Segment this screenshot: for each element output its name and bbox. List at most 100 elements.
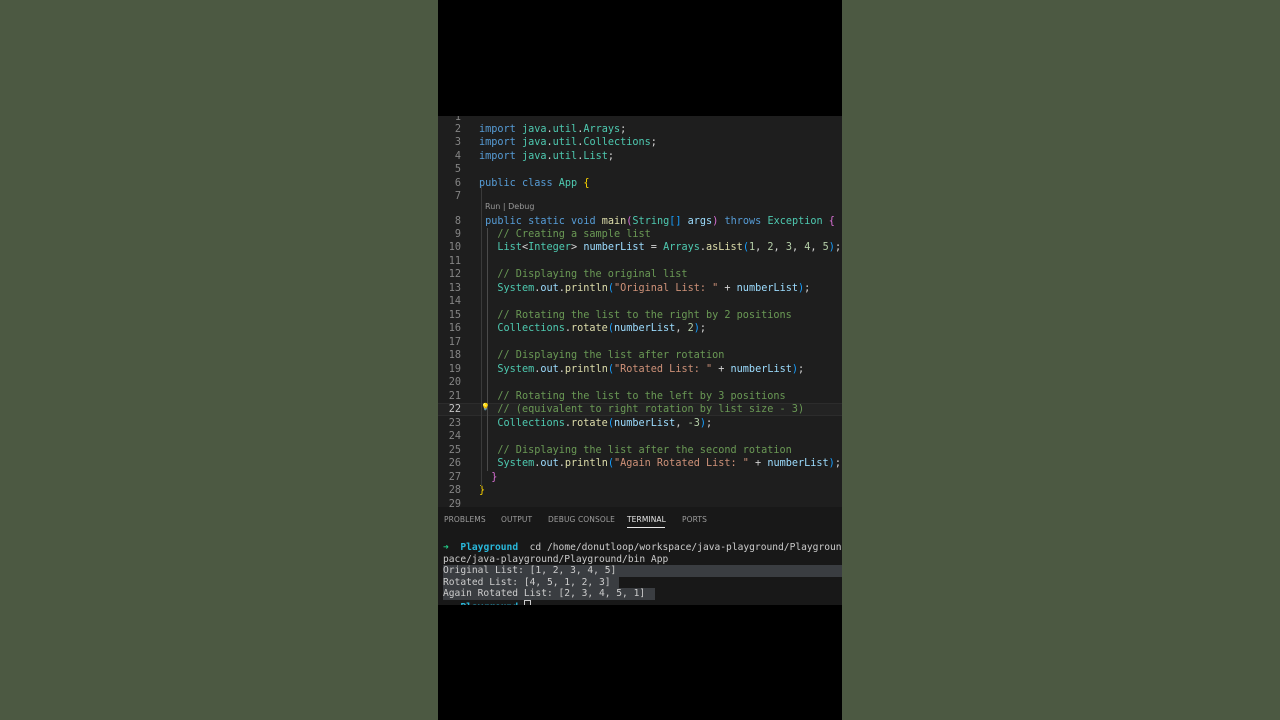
terminal-command: cd /home/donutloop/workspace/java-playgr…: [518, 542, 842, 553]
prompt-arrow-icon: ➜: [443, 542, 449, 553]
tab-output[interactable]: OUTPUT: [501, 515, 532, 524]
code-line[interactable]: 19 System.out.println("Rotated List: " +…: [438, 363, 842, 376]
line-code: Collections.rotate(numberList, -3);: [497, 418, 713, 429]
line-code: List<Integer> numberList = Arrays.asList…: [497, 242, 842, 253]
tab-problems[interactable]: PROBLEMS: [444, 515, 486, 524]
line-number: 21: [448, 391, 461, 402]
line-code: // Rotating the list to the left by 3 po…: [497, 391, 786, 402]
line-code: System.out.println("Rotated List: " + nu…: [497, 364, 805, 375]
code-line[interactable]: 5: [438, 163, 842, 176]
line-number: 8: [454, 216, 461, 227]
code-line[interactable]: 8 public static void main(String[] args)…: [438, 215, 842, 228]
line-number: 26: [448, 458, 461, 469]
code-line[interactable]: 2 import java.util.Arrays;: [438, 123, 842, 136]
terminal-prompt[interactable]: ➜ Playground: [443, 599, 531, 605]
code-line[interactable]: 28}: [438, 484, 842, 497]
line-number: 13: [448, 283, 461, 294]
code-line[interactable]: 21 // Rotating the list to the left by 3…: [438, 390, 842, 403]
terminal-command-wrap: pace/java-playground/Playground/bin App: [443, 553, 669, 565]
code-line[interactable]: 6 public class App {: [438, 177, 842, 190]
panel-tabs: PROBLEMS OUTPUT DEBUG CONSOLE TERMINAL P…: [438, 507, 842, 531]
indent-guide: [481, 186, 482, 486]
lightbulb-icon[interactable]: 💡: [481, 403, 490, 412]
line-number: 24: [448, 431, 461, 442]
line-number: 10: [448, 242, 461, 253]
bottom-panel: PROBLEMS OUTPUT DEBUG CONSOLE TERMINAL P…: [438, 507, 842, 605]
line-number: 3: [454, 137, 461, 148]
line-code: // Rotating the list to the right by 2 p…: [497, 310, 792, 321]
line-number: 20: [448, 377, 461, 388]
code-line[interactable]: 27 }: [438, 471, 842, 484]
terminal-output-again: Again Rotated List: [2, 3, 4, 5, 1]: [443, 588, 655, 600]
code-line[interactable]: 12 // Displaying the original list: [438, 268, 842, 281]
line-number: 18: [448, 350, 461, 361]
code-line[interactable]: 9 // Creating a sample list: [438, 228, 842, 241]
line-code: Collections.rotate(numberList, 2);: [497, 323, 707, 334]
line-code: System.out.println("Original List: " + n…: [497, 283, 811, 294]
line-number: 7: [454, 191, 461, 202]
code-line[interactable]: 4 import java.util.List;: [438, 150, 842, 163]
indent-guide: [487, 228, 488, 471]
line-code: // Displaying the list after the second …: [497, 445, 792, 456]
line-code: // Creating a sample list: [497, 229, 651, 240]
terminal-output-rotated: Rotated List: [4, 5, 1, 2, 3]: [443, 576, 619, 588]
terminal-output-original: Original List: [1, 2, 3, 4, 5]: [443, 565, 842, 577]
line-number: 22: [448, 404, 461, 415]
code-line[interactable]: 23 Collections.rotate(numberList, -3);: [438, 417, 842, 430]
line-code: // (equivalent to right rotation by list…: [497, 404, 805, 415]
codelens-run-debug[interactable]: Run | Debug: [485, 202, 534, 211]
line-number: 25: [448, 445, 461, 456]
line-number: 19: [448, 364, 461, 375]
background-right: [842, 0, 1280, 720]
line-code: // Displaying the list after rotation: [497, 350, 725, 361]
code-line[interactable]: 14: [438, 295, 842, 308]
line-code: }: [479, 485, 486, 496]
code-line[interactable]: 11: [438, 255, 842, 268]
line-number: 5: [454, 164, 461, 175]
line-code: import java.util.Arrays;: [479, 124, 627, 135]
line-code: import java.util.Collections;: [479, 137, 657, 148]
line-code: public static void main(String[] args) t…: [485, 216, 835, 227]
code-line[interactable]: 17: [438, 336, 842, 349]
terminal-command-line: ➜ Playground cd /home/donutloop/workspac…: [443, 542, 842, 554]
code-line[interactable]: 3 import java.util.Collections;: [438, 136, 842, 149]
tab-debug-console[interactable]: DEBUG CONSOLE: [548, 515, 615, 524]
code-line[interactable]: 10 List<Integer> numberList = Arrays.asL…: [438, 241, 842, 254]
code-line[interactable]: 29: [438, 498, 842, 507]
line-code: System.out.println("Again Rotated List: …: [497, 458, 841, 469]
line-number: 14: [448, 296, 461, 307]
line-number: 2: [454, 124, 461, 135]
line-number: 11: [448, 256, 461, 267]
terminal-cursor: [523, 599, 531, 605]
code-line[interactable]: 26 System.out.println("Again Rotated Lis…: [438, 457, 842, 470]
code-line[interactable]: 13 System.out.println("Original List: " …: [438, 282, 842, 295]
code-line[interactable]: 16 Collections.rotate(numberList, 2);: [438, 322, 842, 335]
line-number: 6: [454, 178, 461, 189]
code-line[interactable]: 7: [438, 190, 842, 203]
line-code: public class App {: [479, 178, 590, 189]
code-line[interactable]: 18 // Displaying the list after rotation: [438, 349, 842, 362]
code-line[interactable]: 22 // (equivalent to right rotation by l…: [438, 403, 842, 416]
background-left: [0, 0, 438, 720]
tab-ports[interactable]: PORTS: [682, 515, 707, 524]
code-editor[interactable]: Run | Debug 1 2 import java.util.Arrays; 3 i…: [438, 116, 842, 507]
tab-terminal[interactable]: TERMINAL: [627, 515, 666, 524]
line-number: 16: [448, 323, 461, 334]
line-number: 27: [448, 472, 461, 483]
line-code: // Displaying the original list: [497, 269, 688, 280]
line-number: 28: [448, 485, 461, 496]
video-frame: Run | Debug 1 2 import java.util.Arrays; 3 i…: [438, 0, 842, 720]
code-line[interactable]: 20: [438, 376, 842, 389]
prompt-directory: Playground: [460, 542, 519, 553]
line-code: import java.util.List;: [479, 151, 615, 162]
line-number: 4: [454, 151, 461, 162]
code-line[interactable]: 15 // Rotating the list to the right by …: [438, 309, 842, 322]
line-number: 12: [448, 269, 461, 280]
active-tab-indicator: [627, 527, 665, 528]
line-number: 9: [454, 229, 461, 240]
line-number: 15: [448, 310, 461, 321]
line-number: 17: [448, 337, 461, 348]
code-line[interactable]: 24: [438, 430, 842, 443]
code-line[interactable]: 25 // Displaying the list after the seco…: [438, 444, 842, 457]
line-number: 23: [448, 418, 461, 429]
